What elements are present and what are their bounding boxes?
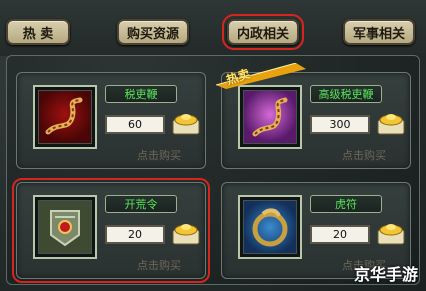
quantity-input[interactable]: 20 bbox=[310, 225, 370, 244]
item-card-tax-whip[interactable]: 税吏鞭 60 点击购买 bbox=[16, 72, 206, 169]
item-name: 高级税吏鞭 bbox=[310, 85, 382, 103]
quantity-input[interactable]: 60 bbox=[105, 115, 165, 134]
buy-button[interactable]: 点击购买 bbox=[342, 147, 386, 163]
gold-ingot-icon bbox=[172, 114, 200, 135]
tiger-tally-icon bbox=[243, 200, 297, 254]
gold-ingot-icon bbox=[377, 114, 405, 135]
tab-military[interactable]: 军事相关 bbox=[343, 19, 415, 45]
item-icon-frame[interactable] bbox=[238, 85, 302, 149]
token-icon bbox=[38, 200, 92, 254]
buy-button[interactable]: 点击购买 bbox=[137, 257, 181, 273]
item-name: 虎符 bbox=[310, 195, 382, 213]
gold-ingot-icon bbox=[172, 224, 200, 245]
item-icon-frame[interactable] bbox=[33, 195, 97, 259]
purple-whip-icon bbox=[243, 90, 297, 144]
buy-button[interactable]: 点击购买 bbox=[137, 147, 181, 163]
item-name: 开荒令 bbox=[105, 195, 177, 213]
whip-icon bbox=[38, 90, 92, 144]
quantity-input[interactable]: 300 bbox=[310, 115, 370, 134]
tab-bar: 热 卖 购买资源 内政相关 军事相关 bbox=[0, 0, 426, 56]
tab-hot-sale[interactable]: 热 卖 bbox=[6, 19, 70, 45]
item-icon-frame[interactable] bbox=[33, 85, 97, 149]
watermark: 京华手游 bbox=[353, 265, 418, 284]
shop-window: 热 卖 购买资源 内政相关 军事相关 税吏鞭 60 点击购买 高级税吏鞭 300… bbox=[0, 0, 426, 291]
item-name: 税吏鞭 bbox=[105, 85, 177, 103]
item-card-reclamation-order[interactable]: 开荒令 20 点击购买 bbox=[12, 178, 210, 283]
quantity-input[interactable]: 20 bbox=[105, 225, 165, 244]
tab-internal-affairs[interactable]: 内政相关 bbox=[222, 14, 304, 50]
tab-buy-resources[interactable]: 购买资源 bbox=[117, 19, 189, 45]
gold-ingot-icon bbox=[377, 224, 405, 245]
item-icon-frame[interactable] bbox=[238, 195, 302, 259]
